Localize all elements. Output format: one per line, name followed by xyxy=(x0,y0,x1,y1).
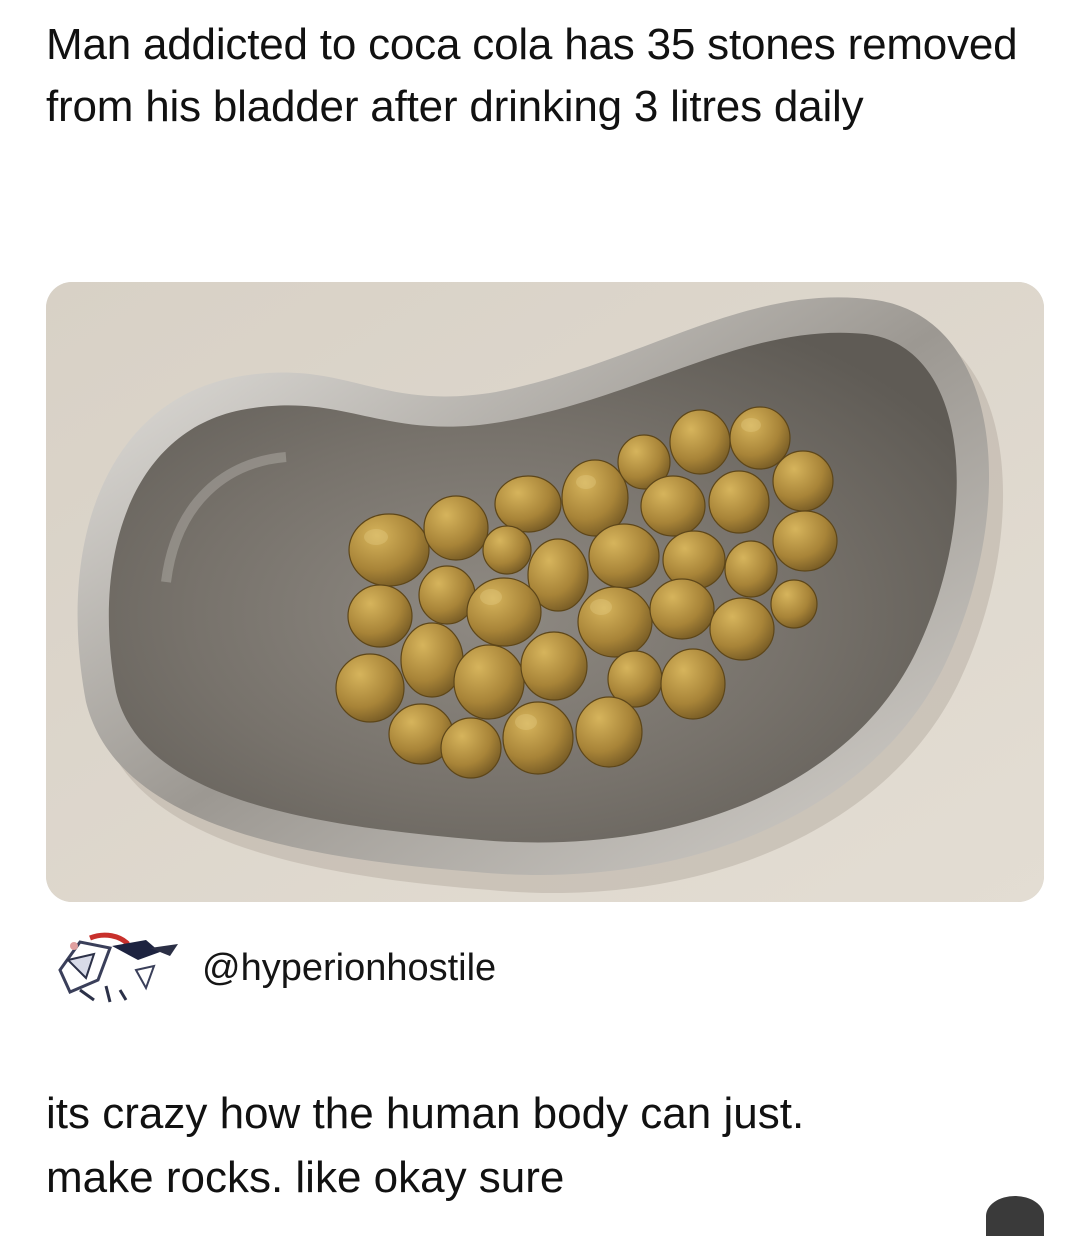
corner-badge-icon xyxy=(986,1196,1044,1236)
reply-author[interactable]: @hyperionhostile xyxy=(50,930,496,1006)
reply-text: its crazy how the human body can just. m… xyxy=(46,1082,1036,1210)
avatar[interactable] xyxy=(50,930,182,1006)
post-image[interactable] xyxy=(46,282,1044,902)
reply-line-1: its crazy how the human body can just. xyxy=(46,1089,805,1138)
reply-handle[interactable]: @hyperionhostile xyxy=(202,947,496,990)
reply-line-2: make rocks. like okay sure xyxy=(46,1153,565,1202)
kidney-dish-illustration xyxy=(46,282,1044,902)
post-headline: Man addicted to coca cola has 35 stones … xyxy=(46,20,1018,131)
